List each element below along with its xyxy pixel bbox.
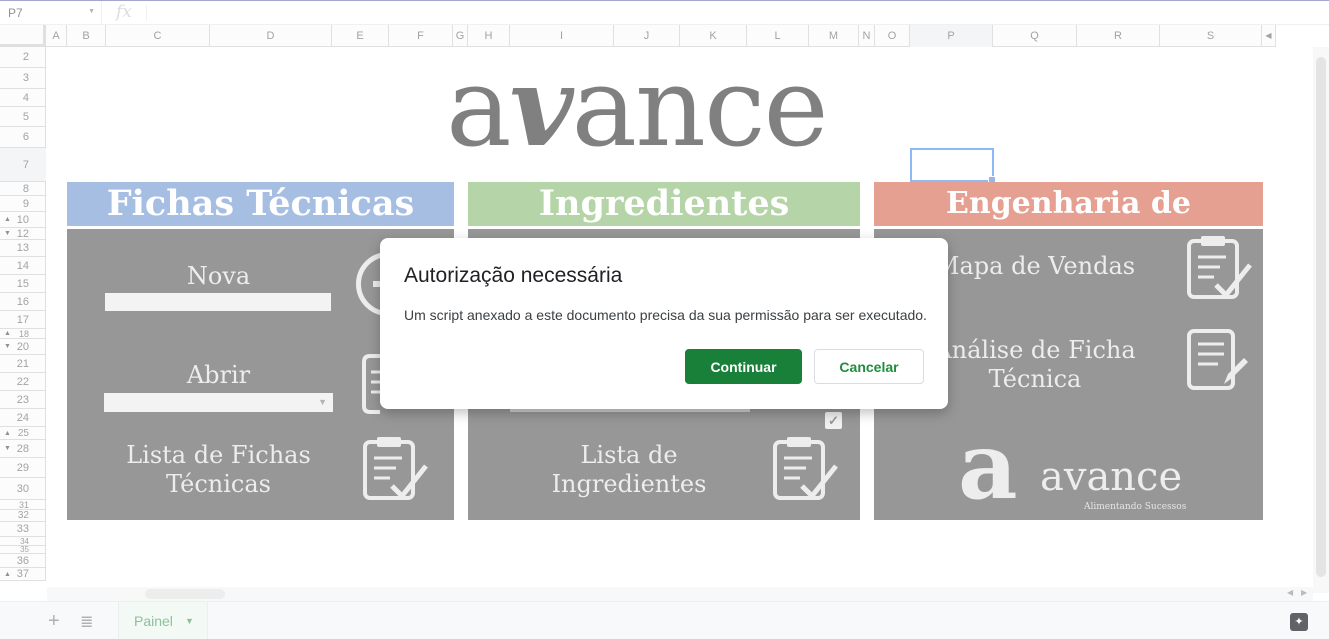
cancel-button[interactable]: Cancelar bbox=[814, 349, 924, 384]
authorization-dialog: Autorização necessária Um script anexado… bbox=[380, 238, 948, 409]
dialog-title: Autorização necessária bbox=[404, 264, 623, 287]
dialog-message: Um script anexado a este documento preci… bbox=[404, 307, 927, 323]
explore-icon[interactable]: ✦ bbox=[1290, 613, 1308, 631]
spreadsheet-app: P7 ▼ fx A B C D E F G H I J K L M N O P … bbox=[0, 0, 1329, 639]
continue-button[interactable]: Continuar bbox=[685, 349, 802, 384]
